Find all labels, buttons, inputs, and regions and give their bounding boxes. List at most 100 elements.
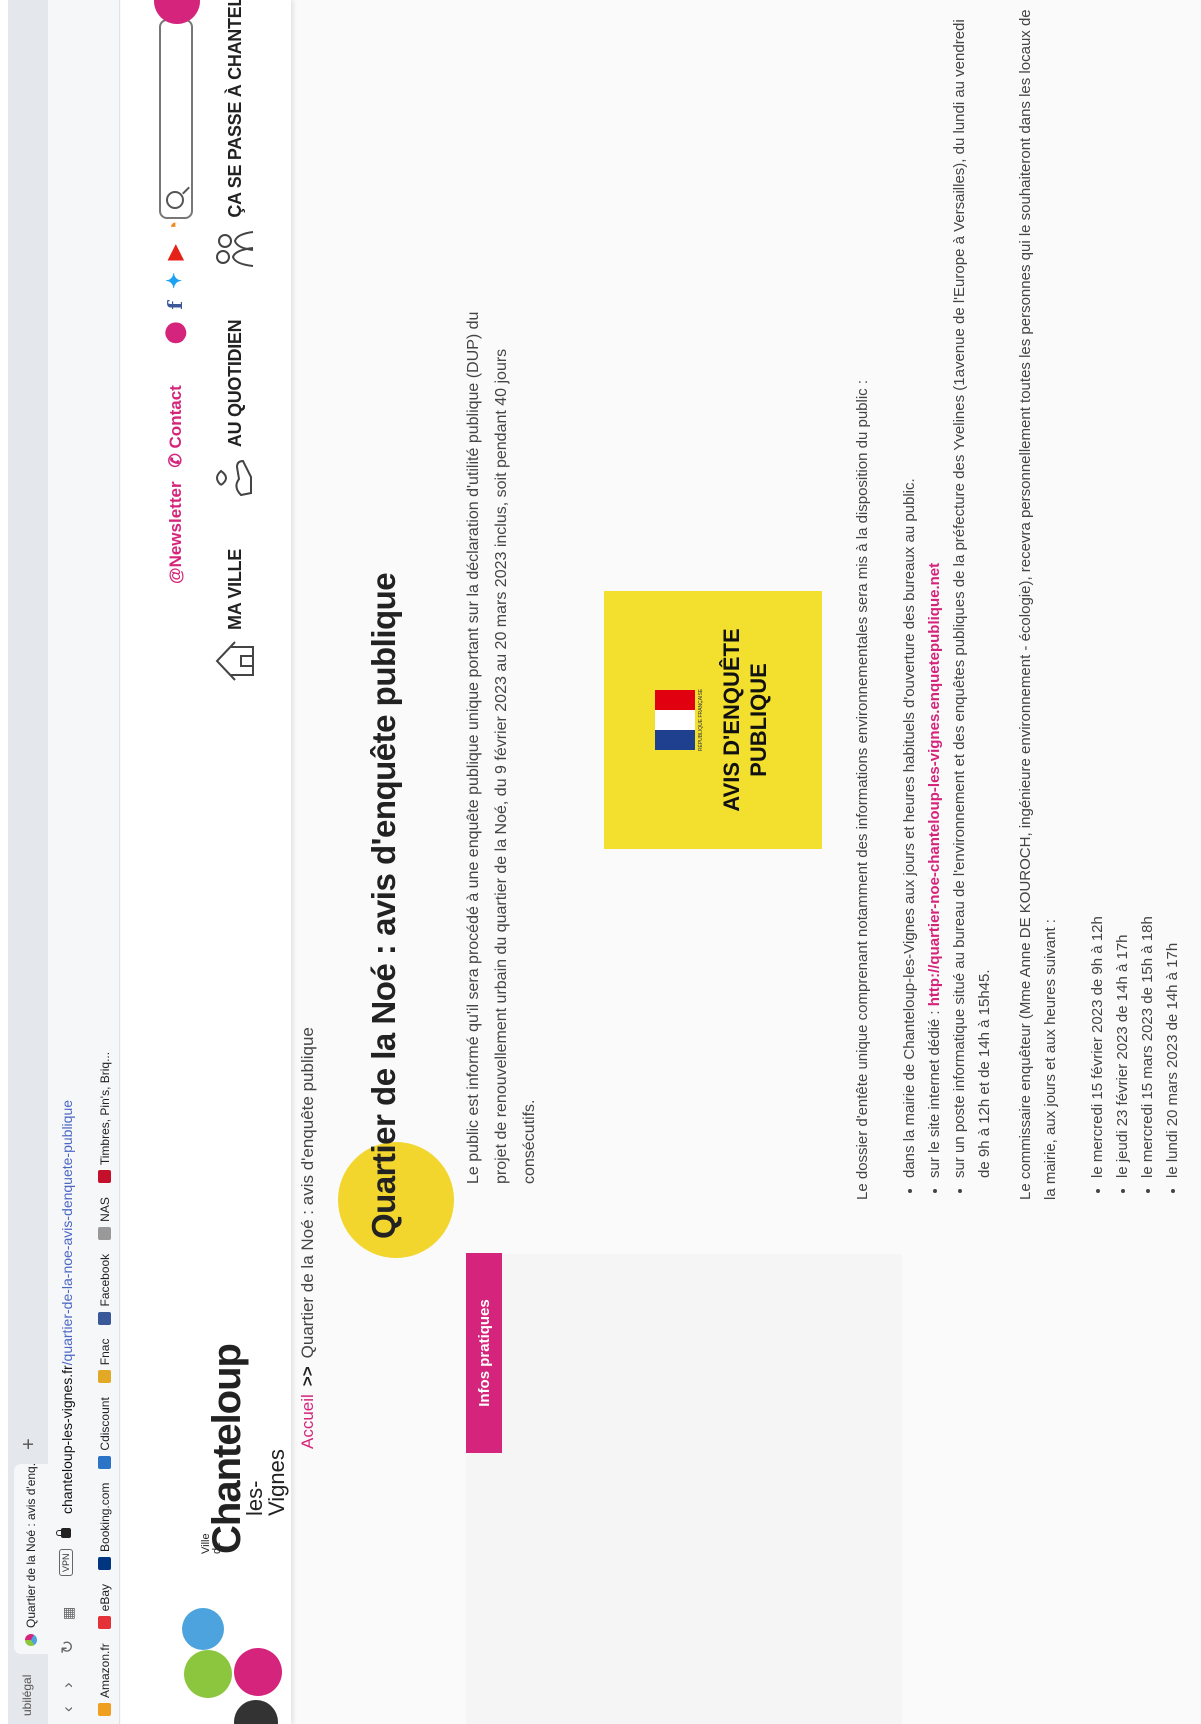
- nav-au-quotidien[interactable]: AU QUOTIDIEN: [211, 320, 259, 501]
- breadcrumb: Accueil >> Quartier de la Noé : avis d'enq…: [298, 1027, 318, 1449]
- logo-blue-dot: [182, 1608, 224, 1650]
- tab-previous[interactable]: ubilégal: [20, 1675, 34, 1716]
- booking-icon: [98, 1556, 111, 1570]
- browser-tab-bar: ubilégal Quartier de la Noé : avis d'enq…: [8, 0, 48, 1724]
- vpn-badge[interactable]: VPN: [59, 1549, 73, 1576]
- breadcrumb-home[interactable]: Accueil: [298, 1394, 317, 1449]
- amazon-icon: [98, 1703, 111, 1716]
- fnac-icon: [98, 1370, 111, 1384]
- site-header: Ville de Chanteloup les-Vignes @Newslett…: [121, 0, 291, 1724]
- url-path: /quartier-de-la-noe-avis-denquete-publiq…: [59, 1099, 75, 1366]
- bookmark-label: eBay: [97, 1583, 112, 1612]
- bookmark-item[interactable]: eBay: [97, 1583, 112, 1630]
- grid-icon[interactable]: ▦: [60, 1607, 77, 1620]
- article-body: Le dossier d'entête unique comprenant no…: [850, 0, 1201, 1200]
- date-item: le mercredi 15 mars 2023 de 15h à 18h: [1135, 0, 1160, 1178]
- avis-enquete-image: RÉPUBLIQUE FRANÇAISE AVIS D'ENQUÊTE PUBL…: [604, 591, 822, 849]
- logo-pink-dot: [234, 1648, 282, 1696]
- bookmark-item[interactable]: Amazon.fr: [98, 1643, 112, 1716]
- nav-label: AU QUOTIDIEN: [224, 319, 245, 448]
- nav-ma-ville[interactable]: MA VILLE: [211, 549, 259, 684]
- notice-title: AVIS D'ENQUÊTE PUBLIQUE: [718, 628, 772, 811]
- newsletter-link[interactable]: @Newsletter: [166, 481, 186, 584]
- contact-label: Contact: [166, 385, 185, 449]
- address-bar[interactable]: chanteloup-les-vignes.fr/quartier-de-la-…: [59, 1100, 75, 1514]
- bookmark-item[interactable]: NAS: [98, 1197, 112, 1240]
- bookmark-label: Timbres, Pin's, Briq...: [97, 1051, 112, 1166]
- list-item: sur le site internet dédié : http://quar…: [922, 0, 947, 1178]
- list-item: dans la mairie de Chanteloup-les-Vignes …: [897, 0, 922, 1178]
- notice-line-2: PUBLIQUE: [745, 663, 771, 777]
- house-icon: [215, 641, 254, 681]
- tab-title: Quartier de la Noé : avis d'enq...: [24, 1464, 38, 1628]
- main-nav: MA VILLE AU QUOTIDIEN ÇA SE PASSE À CHAN…: [211, 0, 259, 684]
- synology-icon: [98, 1226, 111, 1240]
- logo-grapes-icon: [184, 1650, 232, 1698]
- rotated-screenshot: ubilégal Quartier de la Noé : avis d'enq…: [0, 0, 1201, 1724]
- sidebar-panel: [466, 1254, 902, 1724]
- back-icon[interactable]: ‹: [58, 1706, 78, 1712]
- ebay-icon: [98, 1616, 111, 1630]
- bookmarks-bar: Amazon.fr eBay Booking.com Cdiscount Fnac Fac…: [90, 0, 120, 1724]
- dossier-intro: Le dossier d'entête unique comprenant no…: [854, 380, 871, 1200]
- hands-icon: [216, 460, 252, 497]
- url-domain: chanteloup-les-vignes.fr: [59, 1365, 75, 1514]
- new-tab-button[interactable]: +: [18, 1438, 41, 1450]
- list-item-text: dans la mairie de Chanteloup-les-Vignes …: [901, 478, 918, 1178]
- youtube-icon[interactable]: ▶: [164, 245, 186, 260]
- commissaire-paragraph: Le commissaire enquêteur (Mme Anne DE KO…: [1017, 9, 1059, 1200]
- reload-icon[interactable]: ↻: [58, 1640, 78, 1654]
- logo-dark-dot: [234, 1700, 278, 1724]
- cdiscount-icon: [98, 1455, 111, 1469]
- facebook-icon[interactable]: f: [163, 301, 187, 310]
- bookmark-label: Amazon.fr: [97, 1643, 112, 1698]
- bookmark-label: Facebook: [97, 1253, 112, 1307]
- bookmark-item[interactable]: Fnac: [98, 1339, 112, 1384]
- lock-icon: [61, 1528, 71, 1538]
- breadcrumb-separator: >>: [298, 1366, 317, 1387]
- bookmark-label: Booking.com: [97, 1482, 112, 1552]
- intro-paragraph: Le public est informé qu'il sera procédé…: [465, 311, 538, 1184]
- map-pin-icon[interactable]: ⬤: [164, 322, 186, 344]
- infos-pratiques-button[interactable]: Infos pratiques: [466, 1253, 502, 1453]
- nav-label: ÇA SE PASSE À CHANTELOUP: [224, 0, 245, 218]
- twitter-icon[interactable]: ✦: [164, 272, 186, 289]
- notice-line-1: AVIS D'ENQUÊTE: [718, 628, 744, 812]
- tab-active[interactable]: Quartier de la Noé : avis d'enq...: [14, 1464, 48, 1654]
- dossier-list: dans la mairie de Chanteloup-les-Vignes …: [897, 0, 997, 1200]
- search-input[interactable]: [159, 19, 193, 219]
- site-favicon-icon: [25, 1634, 37, 1646]
- rss-icon[interactable]: ◔: [164, 221, 186, 233]
- republique-caption: RÉPUBLIQUE FRANÇAISE: [697, 688, 704, 752]
- enquete-website-link[interactable]: http://quartier-noe-chanteloup-les-vigne…: [926, 563, 943, 1006]
- ie-icon: [98, 1170, 111, 1184]
- date-item: le mercredi 15 février 2023 de 9h à 12h: [1085, 0, 1110, 1178]
- list-item-text: sur le site internet dédié :: [926, 1006, 943, 1178]
- browser-nav-bar: ‹ › ↻ ▦ VPN chanteloup-les-vignes.fr/qua…: [48, 0, 90, 1724]
- bookmark-item[interactable]: Timbres, Pin's, Briq...: [97, 1051, 112, 1184]
- contact-link[interactable]: ✆ Contact: [166, 385, 186, 467]
- logo-sub: les-Vignes: [242, 1449, 289, 1516]
- logo-name: Chanteloup: [205, 1344, 249, 1554]
- bookmark-label: Cdiscount: [97, 1397, 112, 1451]
- republique-francaise-logo: [654, 690, 695, 750]
- list-item-text: sur un poste informatique situé au burea…: [951, 19, 993, 1178]
- city-logo[interactable]: Ville de Chanteloup les-Vignes: [176, 1344, 289, 1724]
- page-title: Quartier de la Noé : avis d'enquête publ…: [365, 572, 402, 1239]
- nav-ca-se-passe[interactable]: ÇA SE PASSE À CHANTELOUP: [211, 0, 259, 272]
- forward-icon[interactable]: ›: [58, 1682, 78, 1688]
- search-icon[interactable]: [166, 191, 184, 209]
- nav-label: MA VILLE: [224, 549, 245, 630]
- bookmark-item[interactable]: Booking.com: [98, 1483, 112, 1570]
- bookmark-item[interactable]: Cdiscount: [97, 1397, 112, 1469]
- bookmark-item[interactable]: Facebook: [98, 1254, 112, 1325]
- screen-margin: [0, 0, 8, 1724]
- header-links: @Newsletter ✆ Contact: [166, 385, 186, 584]
- date-item: le lundi 20 mars 2023 de 14h à 17h: [1160, 0, 1185, 1178]
- social-links: ⬤ f ✦ ▶ ◔: [163, 221, 187, 344]
- date-item: le jeudi 23 février 2023 de 14h à 17h: [1110, 0, 1135, 1178]
- phone-icon: ✆: [166, 448, 185, 468]
- permanence-dates: le mercredi 15 février 2023 de 9h à 12h …: [1085, 0, 1185, 1200]
- people-icon: [216, 230, 254, 267]
- bookmark-label: Fnac: [97, 1338, 112, 1366]
